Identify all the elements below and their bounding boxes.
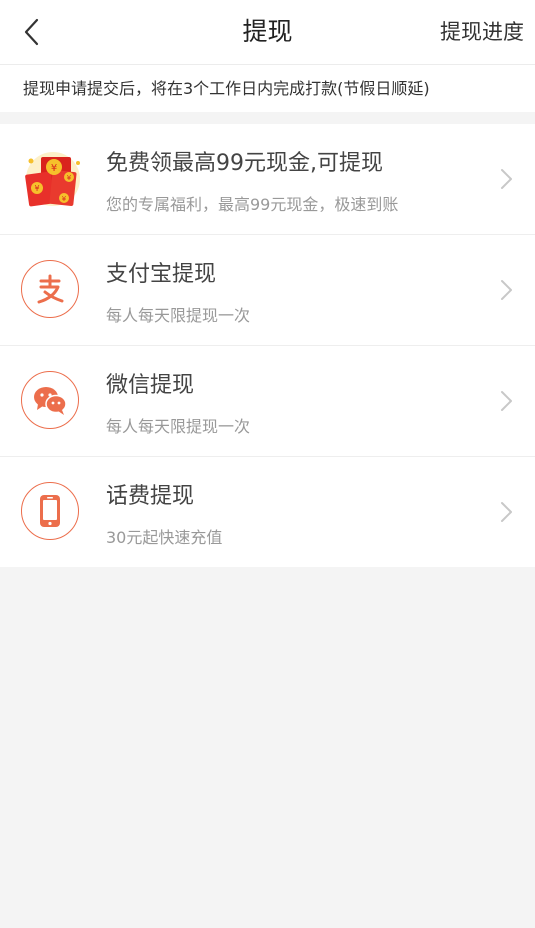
red-envelope-icon: ¥ ¥ ¥ ¥ <box>21 149 83 211</box>
chevron-right-icon <box>501 169 512 189</box>
wechat-icon <box>21 371 79 429</box>
option-title: 支付宝提现 <box>106 262 217 287</box>
option-subtitle: 您的专属福利，最高99元现金，极速到账 <box>106 195 399 214</box>
notice-text: 提现申请提交后，将在3个工作日内完成打款(节假日顺延) <box>23 79 430 98</box>
top-nav-bar: 提现 提现进度 <box>0 0 535 65</box>
list-item-wechat[interactable]: 微信提现 每人每天限提现一次 <box>0 346 535 457</box>
option-title: 微信提现 <box>106 373 195 398</box>
chevron-right-icon <box>501 391 512 411</box>
withdraw-progress-link[interactable]: 提现进度 <box>440 0 524 64</box>
option-title: 免费领最高99元现金,可提现 <box>106 151 383 176</box>
alipay-icon <box>21 260 79 318</box>
svg-text:¥: ¥ <box>51 163 57 174</box>
list-item-alipay[interactable]: 支付宝提现 每人每天限提现一次 <box>0 235 535 346</box>
back-button[interactable] <box>12 12 52 52</box>
option-subtitle: 30元起快速充值 <box>106 528 223 547</box>
list-item-phone-credit[interactable]: 话费提现 30元起快速充值 <box>0 457 535 567</box>
phone-icon <box>21 482 79 540</box>
chevron-right-icon <box>501 280 512 300</box>
option-subtitle: 每人每天限提现一次 <box>106 306 251 325</box>
option-subtitle: 每人每天限提现一次 <box>106 417 251 436</box>
chevron-left-icon <box>24 18 39 46</box>
chevron-right-icon <box>501 502 512 522</box>
list-item-free-cash[interactable]: ¥ ¥ ¥ ¥ 免费领最高99元现金,可提现 您的专属福利，最高99元现金，极速… <box>0 124 535 235</box>
withdraw-notice-banner: 提现申请提交后，将在3个工作日内完成打款(节假日顺延) <box>0 65 535 112</box>
svg-text:¥: ¥ <box>34 184 39 193</box>
option-title: 话费提现 <box>106 484 195 509</box>
svg-text:¥: ¥ <box>67 174 72 182</box>
svg-text:¥: ¥ <box>62 195 67 203</box>
withdraw-options-list: ¥ ¥ ¥ ¥ 免费领最高99元现金,可提现 您的专属福利，最高99元现金，极速… <box>0 124 535 567</box>
